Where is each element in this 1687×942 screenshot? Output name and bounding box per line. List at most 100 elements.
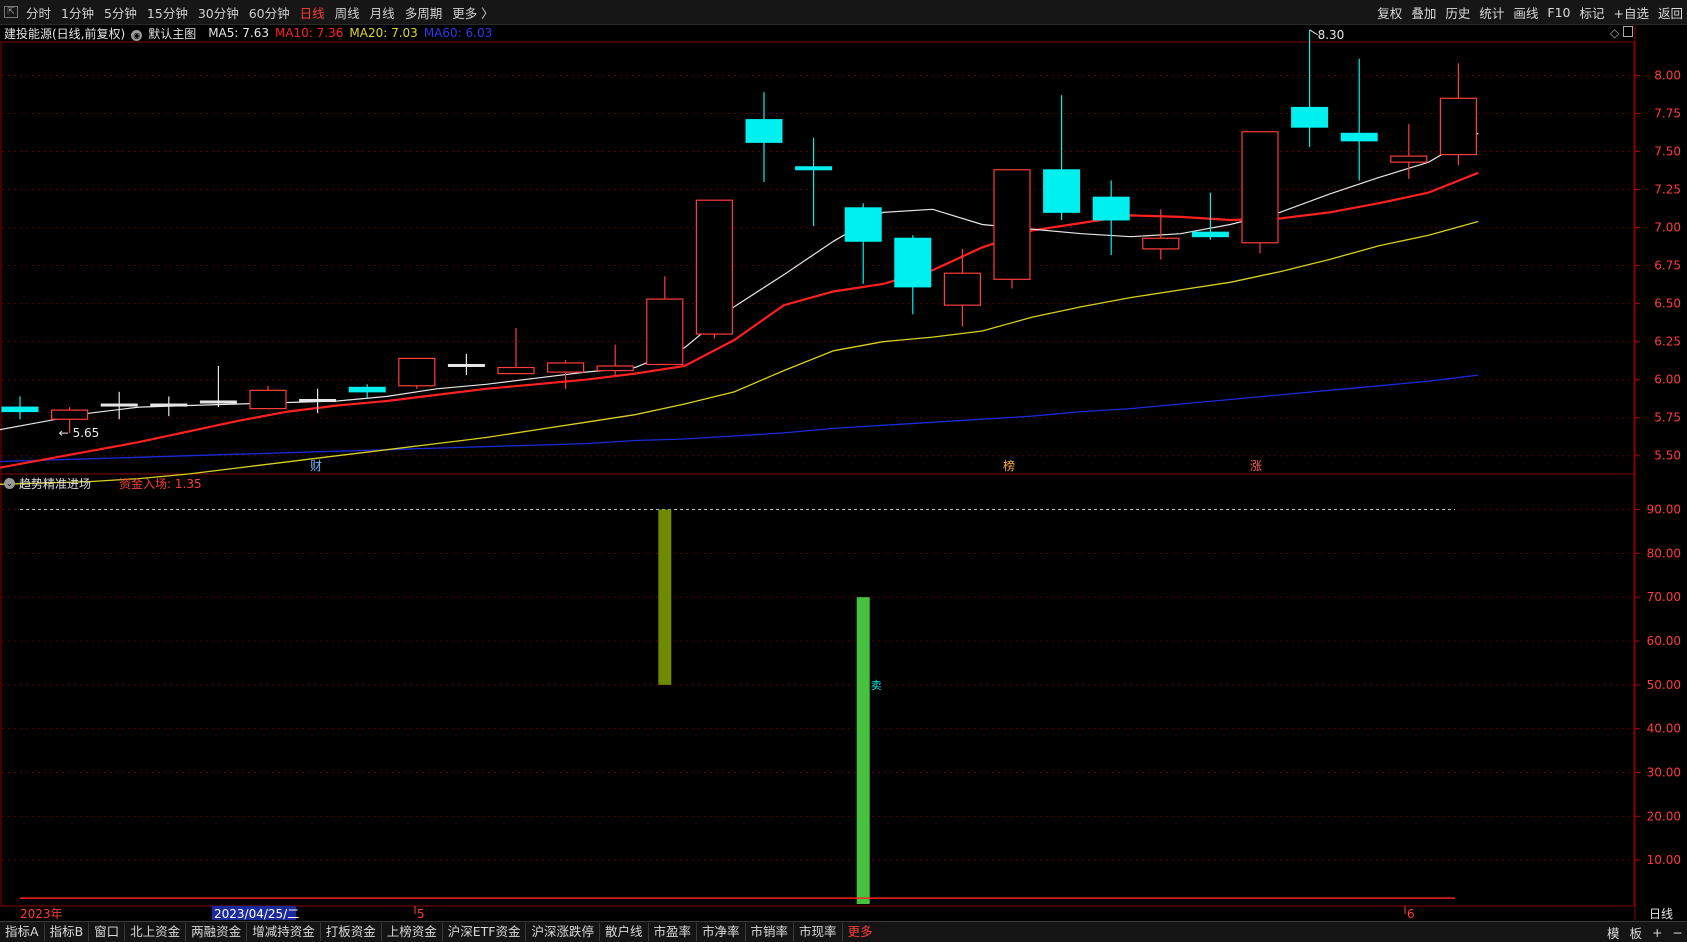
candle-18[interactable]	[894, 235, 932, 315]
candle-15[interactable]	[745, 92, 783, 182]
date-cursor-label: 2023/04/25/二	[214, 907, 299, 921]
candle-body-20	[993, 169, 1031, 280]
candle-24[interactable]	[1191, 192, 1229, 240]
price-tick-label-6: 6.50	[1654, 297, 1681, 311]
bottom-control-0[interactable]: 模	[1607, 923, 1620, 942]
month-5-label: 5	[417, 907, 425, 921]
stock-title[interactable]: 建投能源(日线,前复权)	[4, 25, 125, 42]
bottom-indicator-tabs: 指标A 指标B 窗口 北上资金 两融资金 增减持资金 打板资金 上榜资金 沪深ETF资金 沪深涨跌…	[0, 921, 1687, 942]
chart-corner-controls[interactable]: ◇	[1610, 26, 1633, 40]
month-6-label: 6	[1407, 907, 1415, 921]
bottom-tab-12[interactable]: 市净率	[697, 923, 746, 941]
tool-button-7[interactable]: +自选	[1614, 3, 1649, 22]
price-tick-label-8: 6.00	[1654, 373, 1681, 387]
candle-29[interactable]	[1439, 63, 1478, 166]
candle-8[interactable]	[398, 357, 436, 389]
main-chart-label: 默认主图	[148, 26, 197, 41]
bottom-tab-13[interactable]: 市销率	[746, 923, 795, 941]
ma20-legend: MA20: 7.03	[349, 26, 418, 40]
bottom-tab-11[interactable]: 市盈率	[649, 923, 698, 941]
tool-button-3[interactable]: 统计	[1479, 3, 1504, 22]
tool-button-8[interactable]: 返回	[1658, 3, 1683, 22]
indicator-collapse-icon[interactable]: ⌄	[4, 477, 15, 489]
tool-button-4[interactable]: 画线	[1513, 3, 1538, 22]
candle-body-21	[1043, 169, 1081, 213]
kline-chart-canvas[interactable]: 8.00 7.75 7.50 7.25 7.00 6.75 6.50 6.25 6.00 5.75…	[0, 0, 1687, 941]
bottom-right-controls: 模板 + −	[1597, 922, 1683, 942]
candle-5[interactable]	[249, 385, 287, 410]
tool-button-1[interactable]: 叠加	[1411, 3, 1436, 22]
candle-11[interactable]	[546, 359, 585, 389]
candle-22[interactable]	[1092, 180, 1130, 255]
period-tab-5[interactable]: 60分钟	[249, 3, 290, 22]
candle-26[interactable]	[1291, 29, 1329, 147]
period-tab-1[interactable]: 1分钟	[61, 3, 94, 22]
candle-7[interactable]	[348, 384, 386, 398]
candle-4[interactable]	[199, 366, 237, 408]
candle-27[interactable]	[1340, 58, 1378, 181]
bottom-tab-15[interactable]: 更多	[843, 923, 878, 941]
period-tab-6[interactable]: 日线	[300, 3, 325, 22]
bottom-tab-2[interactable]: 窗口	[89, 923, 126, 941]
tool-button-0[interactable]: 复权	[1377, 3, 1402, 22]
candle-21[interactable]	[1043, 95, 1081, 220]
expand-icon[interactable]	[1623, 26, 1633, 37]
period-tab-0[interactable]: 分时	[26, 3, 51, 22]
candle-10[interactable]	[497, 327, 535, 375]
indicator-value: 资金入场: 1.35	[119, 476, 202, 491]
period-tab-4[interactable]: 30分钟	[198, 3, 239, 22]
candle-28[interactable]	[1390, 124, 1428, 179]
bottom-control-3[interactable]: −	[1673, 925, 1683, 940]
candle-body-22	[1092, 196, 1130, 221]
main-chart-selector[interactable]: ◉ 默认主图	[131, 25, 202, 42]
candle-body-2	[100, 403, 138, 407]
candle-19[interactable]	[943, 248, 982, 327]
bottom-tab-3[interactable]: 北上资金	[125, 923, 187, 941]
candle-12[interactable]	[596, 344, 634, 376]
period-tab-10[interactable]: 更多 〉	[452, 3, 493, 22]
indicator-bars[interactable]	[20, 509, 1455, 904]
candle-17[interactable]	[844, 203, 882, 284]
candle-25[interactable]	[1241, 131, 1279, 254]
tool-button-2[interactable]: 历史	[1445, 3, 1470, 22]
period-tab-9[interactable]: 多周期	[405, 3, 443, 22]
bottom-control-2[interactable]: +	[1652, 925, 1662, 940]
candle-9[interactable]	[447, 353, 485, 376]
candle-body-24	[1191, 231, 1229, 238]
period-tab-3[interactable]: 15分钟	[147, 3, 188, 22]
period-tab-8[interactable]: 月线	[370, 3, 395, 22]
bottom-tab-0[interactable]: 指标A	[0, 923, 45, 941]
price-tick-label-3: 7.25	[1654, 183, 1681, 197]
candle-body-10	[497, 366, 535, 375]
bottom-tab-list: 指标A 指标B 窗口 北上资金 两融资金 增减持资金 打板资金 上榜资金 沪深ETF资金 沪深涨跌…	[0, 923, 878, 941]
bottom-tab-4[interactable]: 两融资金	[186, 923, 248, 941]
candle-body-23	[1142, 237, 1180, 250]
bottom-tab-5[interactable]: 增减持资金	[247, 923, 321, 941]
window-restore-icon[interactable]: ⇱	[4, 6, 18, 18]
candle-14[interactable]	[695, 199, 734, 339]
bottom-tab-6[interactable]: 打板资金	[321, 923, 382, 941]
tool-button-6[interactable]: 标记	[1579, 3, 1604, 22]
bottom-tab-10[interactable]: 散户线	[600, 923, 649, 941]
candlesticks[interactable]	[1, 29, 1478, 433]
candle-3[interactable]	[150, 396, 188, 417]
tool-button-5[interactable]: F10	[1547, 5, 1570, 20]
bottom-tab-8[interactable]: 沪深ETF资金	[443, 923, 527, 941]
chart-frame	[0, 24, 1636, 920]
indicator-name[interactable]: 趋势精准进场	[19, 475, 91, 492]
bottom-tab-1[interactable]: 指标B	[45, 923, 90, 941]
bottom-tab-14[interactable]: 市现率	[794, 923, 843, 941]
period-tab-2[interactable]: 5分钟	[104, 3, 137, 22]
candle-20[interactable]	[993, 169, 1031, 289]
indicator-bar-1[interactable]	[856, 597, 870, 904]
candle-2[interactable]	[100, 391, 138, 420]
bottom-tab-9[interactable]: 沪深涨跌停	[526, 923, 600, 941]
indicator-bar-0[interactable]	[658, 509, 672, 685]
bottom-control-1[interactable]: 板	[1630, 923, 1643, 942]
candle-0[interactable]	[1, 396, 39, 420]
candle-13[interactable]	[646, 276, 684, 366]
price-axis: 8.00 7.75 7.50 7.25 7.00 6.75 6.50 6.25 6.00 5.75…	[1635, 68, 1681, 463]
candle-body-28	[1390, 155, 1428, 163]
bottom-tab-7[interactable]: 上榜资金	[382, 923, 443, 941]
period-tab-7[interactable]: 周线	[335, 3, 360, 22]
